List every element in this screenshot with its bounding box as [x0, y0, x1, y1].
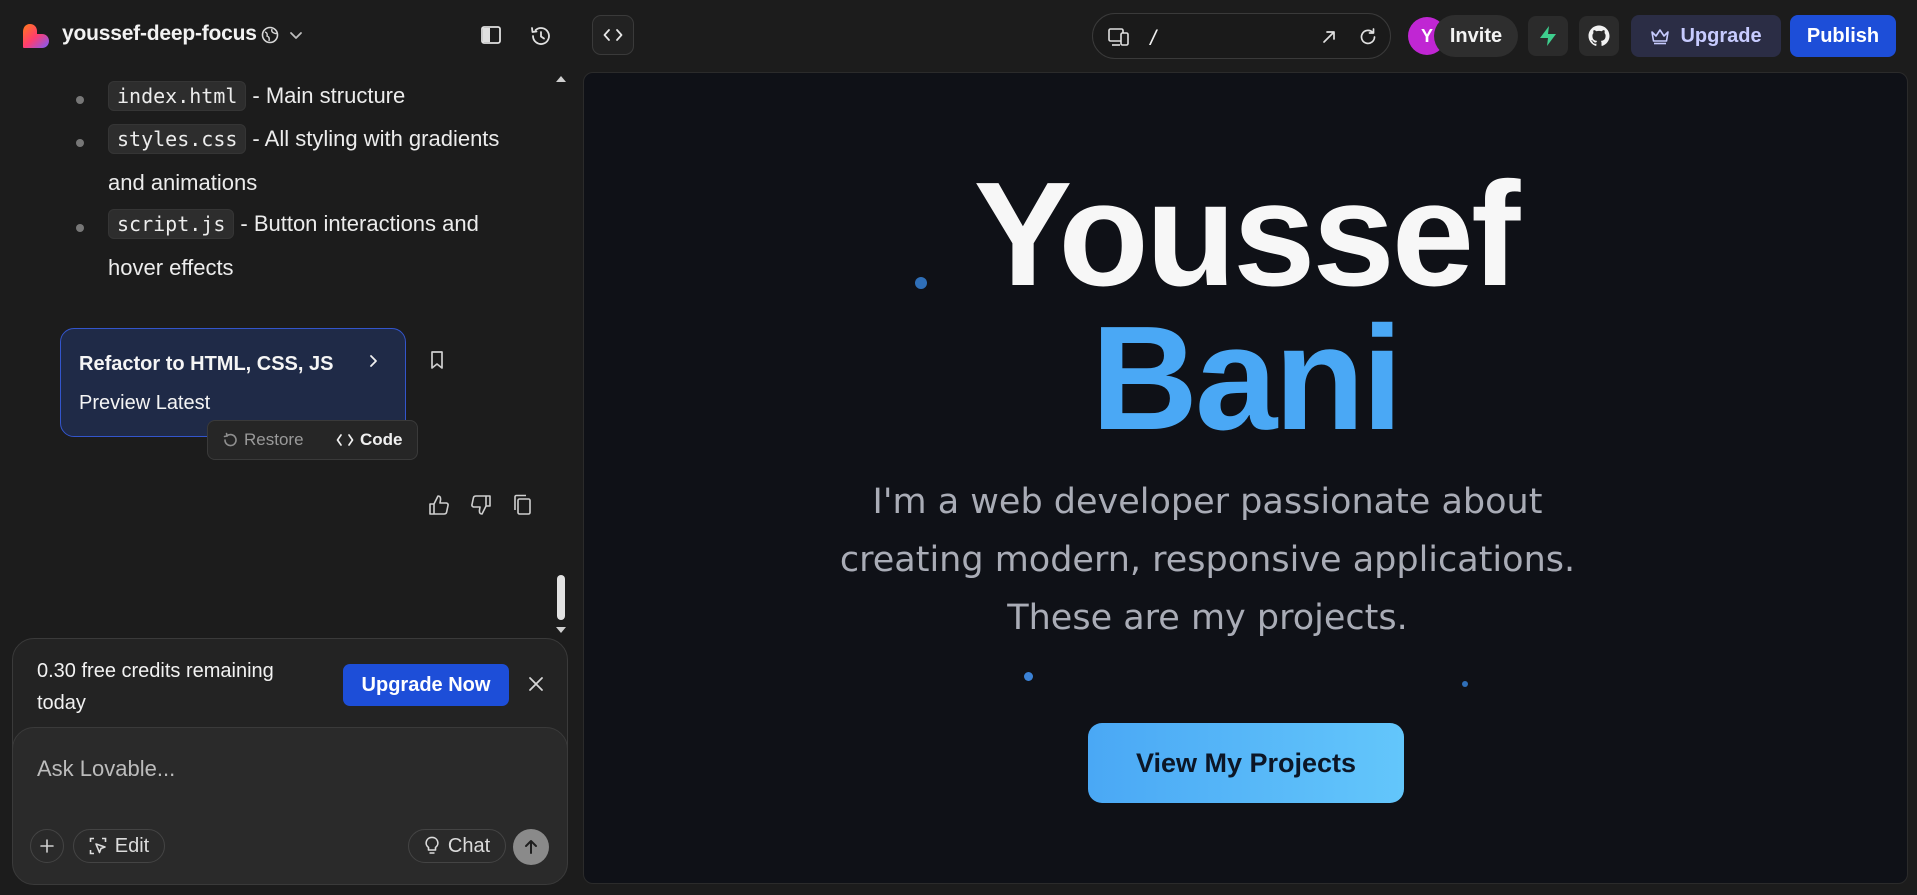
arrow-up-icon: [525, 840, 537, 854]
chat-label: Chat: [447, 834, 491, 857]
supabase-button[interactable]: [1528, 16, 1568, 56]
chat-mode-button[interactable]: Chat: [408, 829, 506, 863]
send-button[interactable]: [513, 829, 549, 865]
reload-icon[interactable]: [1358, 27, 1378, 47]
list-item: index.html - Main structure: [108, 81, 405, 111]
file-description: - Button interactions and: [240, 211, 479, 236]
scroll-down-arrow[interactable]: [555, 625, 567, 635]
prompt-input[interactable]: [37, 754, 517, 784]
file-description: - All styling with gradients: [252, 126, 500, 151]
plus-icon: [40, 839, 54, 853]
preview-latest-link[interactable]: Preview Latest: [79, 392, 210, 415]
chevron-down-icon[interactable]: [288, 27, 304, 43]
history-icon[interactable]: [529, 24, 553, 48]
view-projects-button[interactable]: View My Projects: [1088, 723, 1404, 803]
code-icon: [603, 29, 623, 41]
hero-last-name: Bani: [1091, 296, 1403, 461]
chat-composer: 0.30 free credits remaining today Upgrad…: [12, 638, 568, 885]
top-bar: youssef-deep-focus / Y Invite Upgrade Pu…: [0, 0, 1917, 72]
invite-button[interactable]: Invite: [1434, 15, 1518, 57]
edit-label: Edit: [114, 834, 150, 857]
crown-icon: [1651, 29, 1670, 45]
url-path[interactable]: /: [1148, 26, 1159, 48]
hero-tagline: I'm a web developer passionate about cre…: [839, 482, 1576, 638]
code-view-button[interactable]: [592, 15, 634, 55]
decorative-dot: [1462, 681, 1468, 687]
version-actions: Restore Code: [207, 420, 418, 460]
list-item: styles.css - All styling with gradients: [108, 124, 499, 154]
close-icon[interactable]: [527, 675, 545, 693]
upgrade-now-button[interactable]: Upgrade Now: [343, 664, 509, 706]
attach-button[interactable]: [30, 829, 64, 863]
lovable-logo-icon[interactable]: [22, 23, 50, 49]
edit-select-icon: [89, 837, 107, 855]
file-name: index.html: [108, 81, 247, 111]
bookmark-icon[interactable]: [428, 350, 446, 370]
restore-icon: [223, 432, 237, 447]
open-external-icon[interactable]: [1320, 28, 1338, 46]
device-icon[interactable]: [1108, 27, 1130, 47]
code-label: Code: [360, 430, 403, 449]
restore-button[interactable]: Restore: [222, 430, 304, 450]
file-description-continued: and animations: [108, 170, 258, 195]
upgrade-button[interactable]: Upgrade: [1631, 15, 1781, 57]
list-bullet: [76, 224, 84, 232]
globe-icon: [261, 26, 279, 44]
decorative-dot: [1024, 672, 1033, 681]
version-title: Refactor to HTML, CSS, JS: [79, 353, 334, 375]
scrollbar-thumb[interactable]: [557, 575, 565, 620]
file-description: - Main structure: [252, 83, 406, 108]
list-bullet: [76, 96, 84, 104]
publish-button[interactable]: Publish: [1790, 15, 1896, 57]
sidebar-toggle-icon[interactable]: [480, 24, 502, 46]
code-button[interactable]: Code: [336, 430, 403, 450]
file-name: script.js: [108, 209, 235, 239]
list-item: script.js - Button interactions and: [108, 209, 479, 239]
edit-button[interactable]: Edit: [73, 829, 165, 863]
code-icon: [336, 434, 354, 446]
site-preview: Youssef Bani I'm a web developer passion…: [583, 72, 1908, 884]
hero-first-name: Youssef: [973, 152, 1521, 317]
file-description-continued: hover effects: [108, 255, 234, 280]
thumbs-down-icon[interactable]: [470, 494, 492, 516]
thumbs-up-icon[interactable]: [428, 494, 450, 516]
prompt-box: Edit Chat: [12, 727, 568, 885]
list-bullet: [76, 139, 84, 147]
preview-url-bar[interactable]: /: [1092, 13, 1391, 59]
lightbulb-icon: [425, 836, 439, 854]
chat-panel: index.html - Main structure styles.css - A…: [0, 72, 572, 895]
file-name: styles.css: [108, 124, 247, 154]
supabase-icon: [1540, 26, 1556, 46]
github-icon: [1588, 25, 1610, 46]
project-name[interactable]: youssef-deep-focus: [62, 22, 257, 46]
credits-remaining-text: 0.30 free credits remaining today: [37, 660, 274, 714]
upgrade-label: Upgrade: [1680, 24, 1762, 47]
chevron-right-icon: [365, 353, 381, 369]
github-button[interactable]: [1579, 16, 1619, 56]
restore-label: Restore: [244, 430, 304, 449]
copy-icon[interactable]: [512, 494, 532, 516]
scroll-up-arrow[interactable]: [555, 74, 567, 84]
